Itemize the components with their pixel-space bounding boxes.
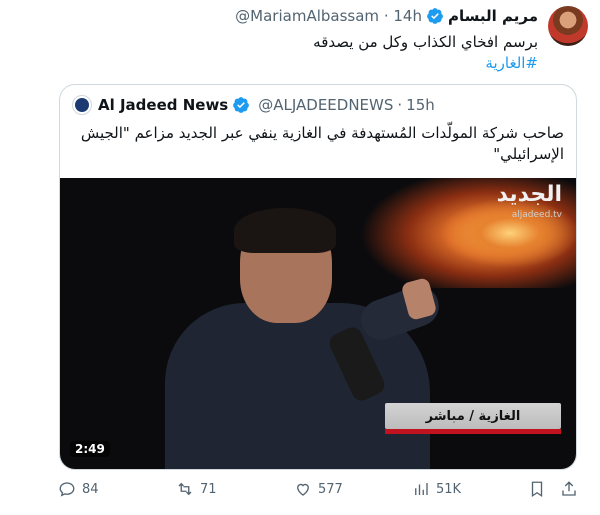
tweet-actions: 84 71 577 51K — [58, 480, 583, 504]
reply-button[interactable]: 84 — [58, 480, 99, 498]
verified-badge-icon — [426, 7, 444, 25]
author-name[interactable]: مريم البسام — [448, 7, 538, 25]
tweet-header: مريم البسام @MariamAlbassam · 14h — [235, 5, 538, 27]
views-button[interactable]: 51K — [412, 480, 461, 498]
quoted-tweet-header: Al Jadeed News @ALJADEEDNEWS · 15h — [72, 95, 435, 115]
quoted-author-handle[interactable]: @ALJADEEDNEWS — [258, 96, 393, 114]
reply-count: 84 — [82, 481, 99, 497]
like-button[interactable]: 577 — [294, 480, 343, 498]
quoted-verified-badge-icon — [232, 96, 250, 114]
bookmark-button[interactable] — [528, 480, 552, 498]
meta-separator: · — [383, 7, 389, 25]
retweet-icon — [178, 482, 192, 496]
fire-core — [440, 198, 576, 268]
quoted-tweet-card[interactable]: Al Jadeed News @ALJADEEDNEWS · 15h صاحب … — [59, 84, 577, 470]
view-count: 51K — [436, 481, 462, 497]
channel-logo: الجديد — [496, 182, 562, 207]
tweet-text: برسم افخاي الكذاب وكل من يصدقه #الغارية — [38, 32, 538, 74]
caption-accent-bar — [385, 429, 561, 434]
bookmark-icon — [531, 481, 543, 498]
heart-icon — [297, 483, 309, 496]
views-chart-icon — [415, 483, 428, 495]
share-button[interactable] — [560, 480, 584, 498]
like-count: 577 — [318, 481, 343, 497]
retweet-count: 71 — [200, 481, 217, 497]
quoted-tweet-time[interactable]: 15h — [406, 96, 435, 114]
tweet-meta: @MariamAlbassam · 14h — [235, 7, 422, 25]
video-caption: الغازية / مباشر — [385, 403, 561, 429]
author-handle[interactable]: @MariamAlbassam — [235, 7, 379, 25]
video-duration: 2:49 — [70, 441, 110, 457]
channel-url: aljadeed.tv — [511, 210, 562, 220]
quoted-meta-separator: · — [397, 96, 403, 114]
reply-icon — [59, 482, 75, 497]
quoted-author-avatar[interactable] — [72, 95, 92, 115]
share-icon — [562, 481, 576, 496]
author-avatar[interactable] — [548, 6, 588, 46]
retweet-button[interactable]: 71 — [176, 480, 217, 498]
quoted-tweet-text: صاحب شركة المولّدات المُستهدفة في الغازي… — [80, 124, 564, 163]
tweet-time[interactable]: 14h — [393, 7, 422, 25]
tweet-body: برسم افخاي الكذاب وكل من يصدقه — [313, 33, 538, 51]
hashtag-link[interactable]: #الغارية — [38, 53, 538, 74]
video-player[interactable]: الجديد aljadeed.tv الغازية / مباشر 2:49 — [60, 178, 576, 469]
reporter-hair — [234, 208, 336, 253]
quoted-author-name[interactable]: Al Jadeed News — [98, 96, 228, 114]
